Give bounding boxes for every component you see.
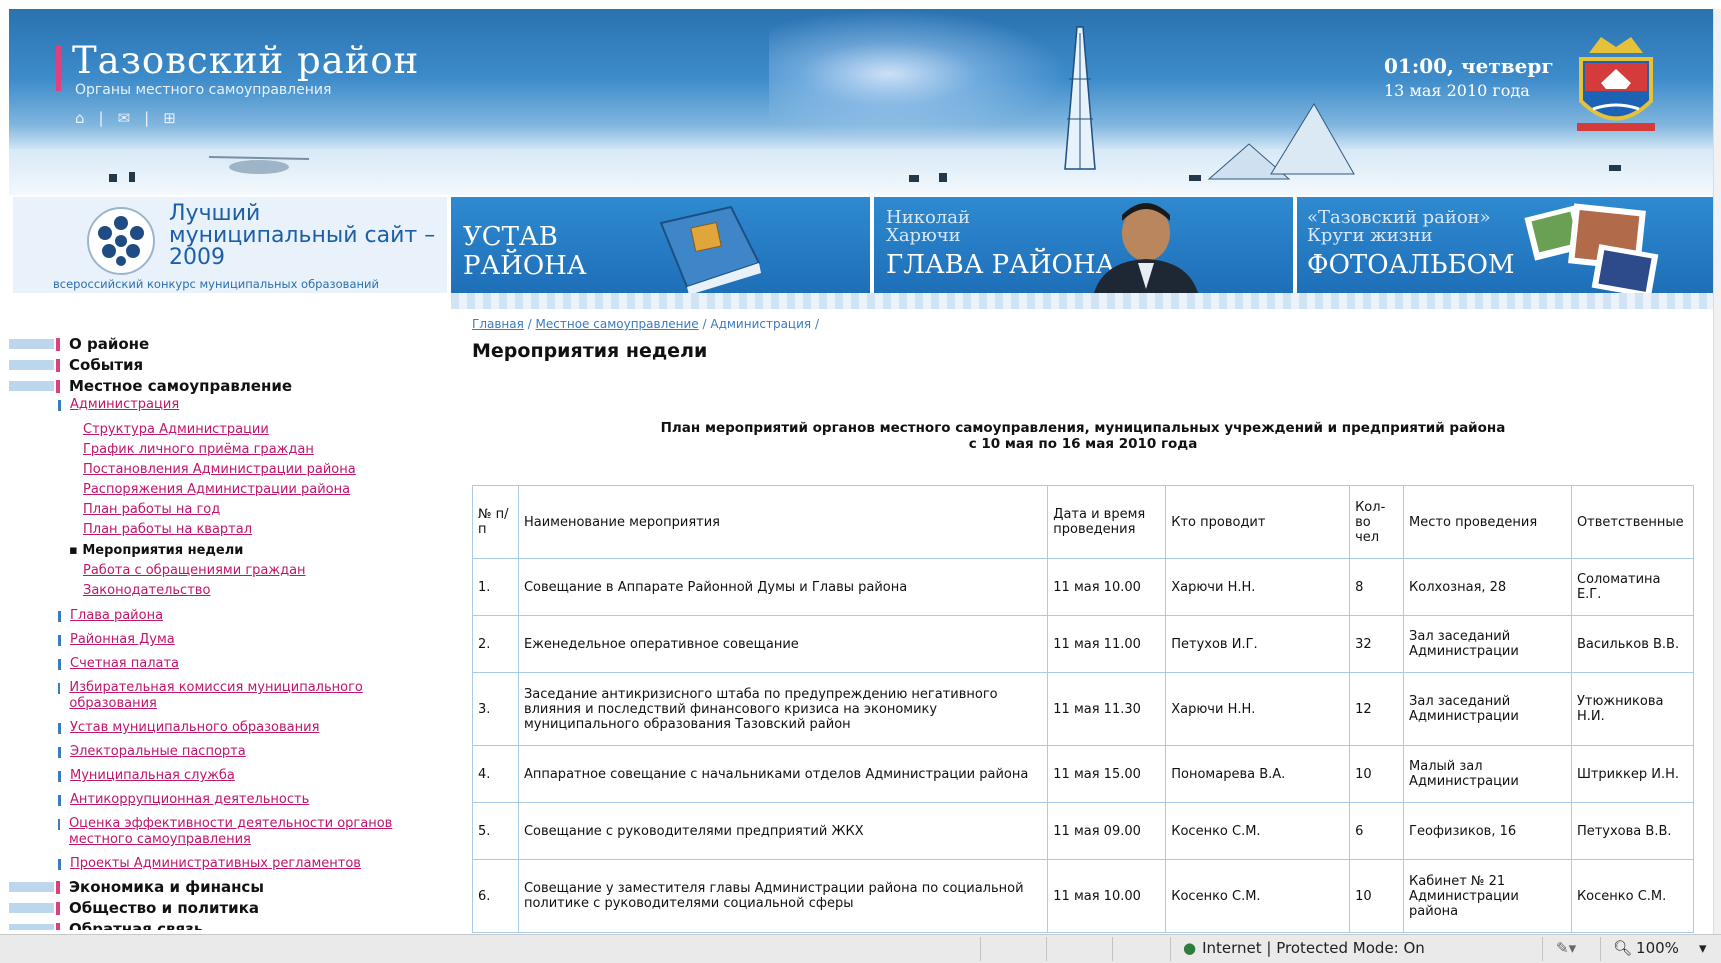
nav-link-municipal-charter[interactable]: Устав муниципального образования [70,720,319,736]
contest-note: всероссийский конкурс муниципальных обра… [53,277,379,291]
table-row: 4. Аппаратное совещание с начальниками от… [472,745,1695,803]
current-date: 13 мая 2010 года [1384,81,1530,100]
nav-link-head[interactable]: Глава района [70,608,163,624]
nav-item-election-commission: Избирательная комиссия муниципального об… [58,680,378,712]
nav-item-local-government[interactable]: Местное самоуправление [9,376,292,396]
nav-item-audit-chamber: Счетная палата [58,656,179,672]
table-row: 2. Еженедельное оперативное совещание 11 … [472,615,1695,673]
nav-link-orders[interactable]: Распоряжения Администрации района [83,482,350,497]
nav-item-about[interactable]: О районе [9,334,149,354]
plan-heading: План мероприятий органов местного самоуп… [660,420,1506,452]
nav-link-citizen-appeals[interactable]: Работа с обращениями граждан [83,563,306,578]
head-name: Николай Харючи [886,207,970,246]
site-subtitle: Органы местного самоуправления [75,82,332,98]
head-of-district-banner[interactable]: Николай Харючи ГЛАВА РАЙОНА [874,197,1293,293]
table-row: 5. Совещание с руководителями предприятий… [472,802,1695,860]
table-row: 1. Совещание в Аппарате Районной Думы и Г… [472,558,1695,616]
nav-item-efficiency-evaluation: Оценка эффективности деятельности органо… [58,816,398,848]
nav-link-legislation[interactable]: Законодательство [83,583,210,598]
portrait-icon [1094,203,1198,293]
globe-icon: ● [1183,939,1197,957]
tundra-illustration [109,26,1621,182]
col-header-count: Кол-во чел [1349,485,1405,559]
protected-mode-icon[interactable]: ✎▾ [1556,939,1576,957]
magnifier-icon: 🔍︎ [1613,939,1633,957]
events-table: № п/п Наименование мероприятия Дата и вр… [472,485,1695,933]
current-time: 01:00, четверг [1384,54,1554,78]
nav-item-anticorruption: Антикоррупционная деятельность [58,792,309,808]
breadcrumb-section[interactable]: Местное самоуправление [536,317,699,331]
contest-logo-icon [87,207,155,275]
nav-link-anticorruption[interactable]: Антикоррупционная деятельность [70,792,309,808]
nav-link-efficiency-evaluation[interactable]: Оценка эффективности деятельности органо… [69,816,398,848]
book-icon [659,205,761,293]
site-header: Тазовский район Органы местного самоупра… [9,9,1713,195]
nav-item-duma: Районная Дума [58,632,175,648]
vertical-scrollbar[interactable] [1713,9,1721,934]
nav-item-current-week-events[interactable]: ▪ Мероприятия недели [69,543,243,558]
nav-link-admin-structure[interactable]: Структура Администрации [83,422,269,437]
col-header-datetime: Дата и время проведения [1047,485,1167,559]
sitemap-icon[interactable]: ⊞ [163,109,176,127]
charter-banner[interactable]: УСТАВ РАЙОНА [451,197,870,293]
mail-icon[interactable]: ✉ [118,109,131,127]
nav-item-administration: Администрация [58,397,179,413]
nav-link-audit-chamber[interactable]: Счетная палата [70,656,179,672]
nav-item-society[interactable]: Общество и политика [9,898,259,918]
header-icon-links: ⌂ | ✉ | ⊞ [75,109,176,127]
nav-item-economy[interactable]: Экономика и финансы [9,877,264,897]
table-row: 3. Заседание антикризисного штаба по пред… [472,672,1695,746]
zoom-control[interactable]: 🔍︎ 100% ▾ [1613,939,1706,957]
home-icon[interactable]: ⌂ [75,109,85,127]
nav-link-year-plan[interactable]: План работы на год [83,502,220,517]
nav-link-municipal-service[interactable]: Муниципальная служба [70,768,235,784]
contest-banner[interactable]: Лучший муниципальный сайт – 2009 всеросс… [13,197,447,293]
nav-link-administration[interactable]: Администрация [70,397,179,413]
contest-title: Лучший муниципальный сайт – 2009 [169,201,436,270]
site-title[interactable]: Тазовский район [72,39,419,82]
breadcrumb-current: Администрация [710,317,812,331]
col-header-number: № п/п [472,485,519,559]
photo-album-banner[interactable]: «Тазовский район» Круги жизни ФОТОАЛЬБОМ [1297,197,1713,293]
nav-item-feedback[interactable]: Обратная связь [9,919,203,930]
head-title: ГЛАВА РАЙОНА [886,250,1116,280]
nav-item-head: Глава района [58,608,163,624]
col-header-place: Место проведения [1403,485,1572,559]
browser-status-bar: ● Internet | Protected Mode: On ✎▾ 🔍︎ 10… [0,934,1721,963]
nav-link-quarter-plan[interactable]: План работы на квартал [83,522,252,537]
photos-icon [1524,203,1659,293]
table-row: 6. Совещание у заместителя главы Админист… [472,859,1695,933]
nav-link-reception-schedule[interactable]: График личного приёма граждан [83,442,314,457]
page-title: Мероприятия недели [472,340,708,362]
nav-item-electoral-passports: Электоральные паспорта [58,744,246,760]
nav-item-events[interactable]: События [9,355,143,375]
breadcrumb-home[interactable]: Главная [472,317,524,331]
sidebar-nav: О районе События Местное самоуправление … [9,320,449,930]
breadcrumb: Главная / Местное самоуправление / Админ… [472,317,819,331]
charter-banner-title: УСТАВ РАЙОНА [463,222,587,281]
title-accent-bar [56,45,61,91]
col-header-responsible: Ответственные [1570,485,1695,559]
nav-item-regulation-drafts: Проекты Административных регламентов [58,856,361,872]
chevron-down-icon: ▾ [1698,939,1707,957]
district-emblem-icon [1577,37,1655,131]
nav-item-municipal-service: Муниципальная служба [58,768,235,784]
nav-link-election-commission[interactable]: Избирательная комиссия муниципального об… [69,680,378,712]
security-zone[interactable]: ● Internet | Protected Mode: On [1183,939,1425,957]
nav-link-duma[interactable]: Районная Дума [70,632,175,648]
table-header-row: № п/п Наименование мероприятия Дата и вр… [472,485,1695,559]
nav-item-municipal-charter: Устав муниципального образования [58,720,319,736]
nav-link-regulation-drafts[interactable]: Проекты Административных регламентов [70,856,361,872]
col-header-host: Кто проводит [1165,485,1351,559]
ornament-strip [451,293,1713,309]
col-header-event: Наименование мероприятия [517,485,1049,559]
nav-link-resolutions[interactable]: Постановления Администрации района [83,462,356,477]
album-title: ФОТОАЛЬБОМ [1307,250,1515,280]
album-subtitle: «Тазовский район» Круги жизни [1307,207,1491,246]
nav-link-electoral-passports[interactable]: Электоральные паспорта [70,744,246,760]
